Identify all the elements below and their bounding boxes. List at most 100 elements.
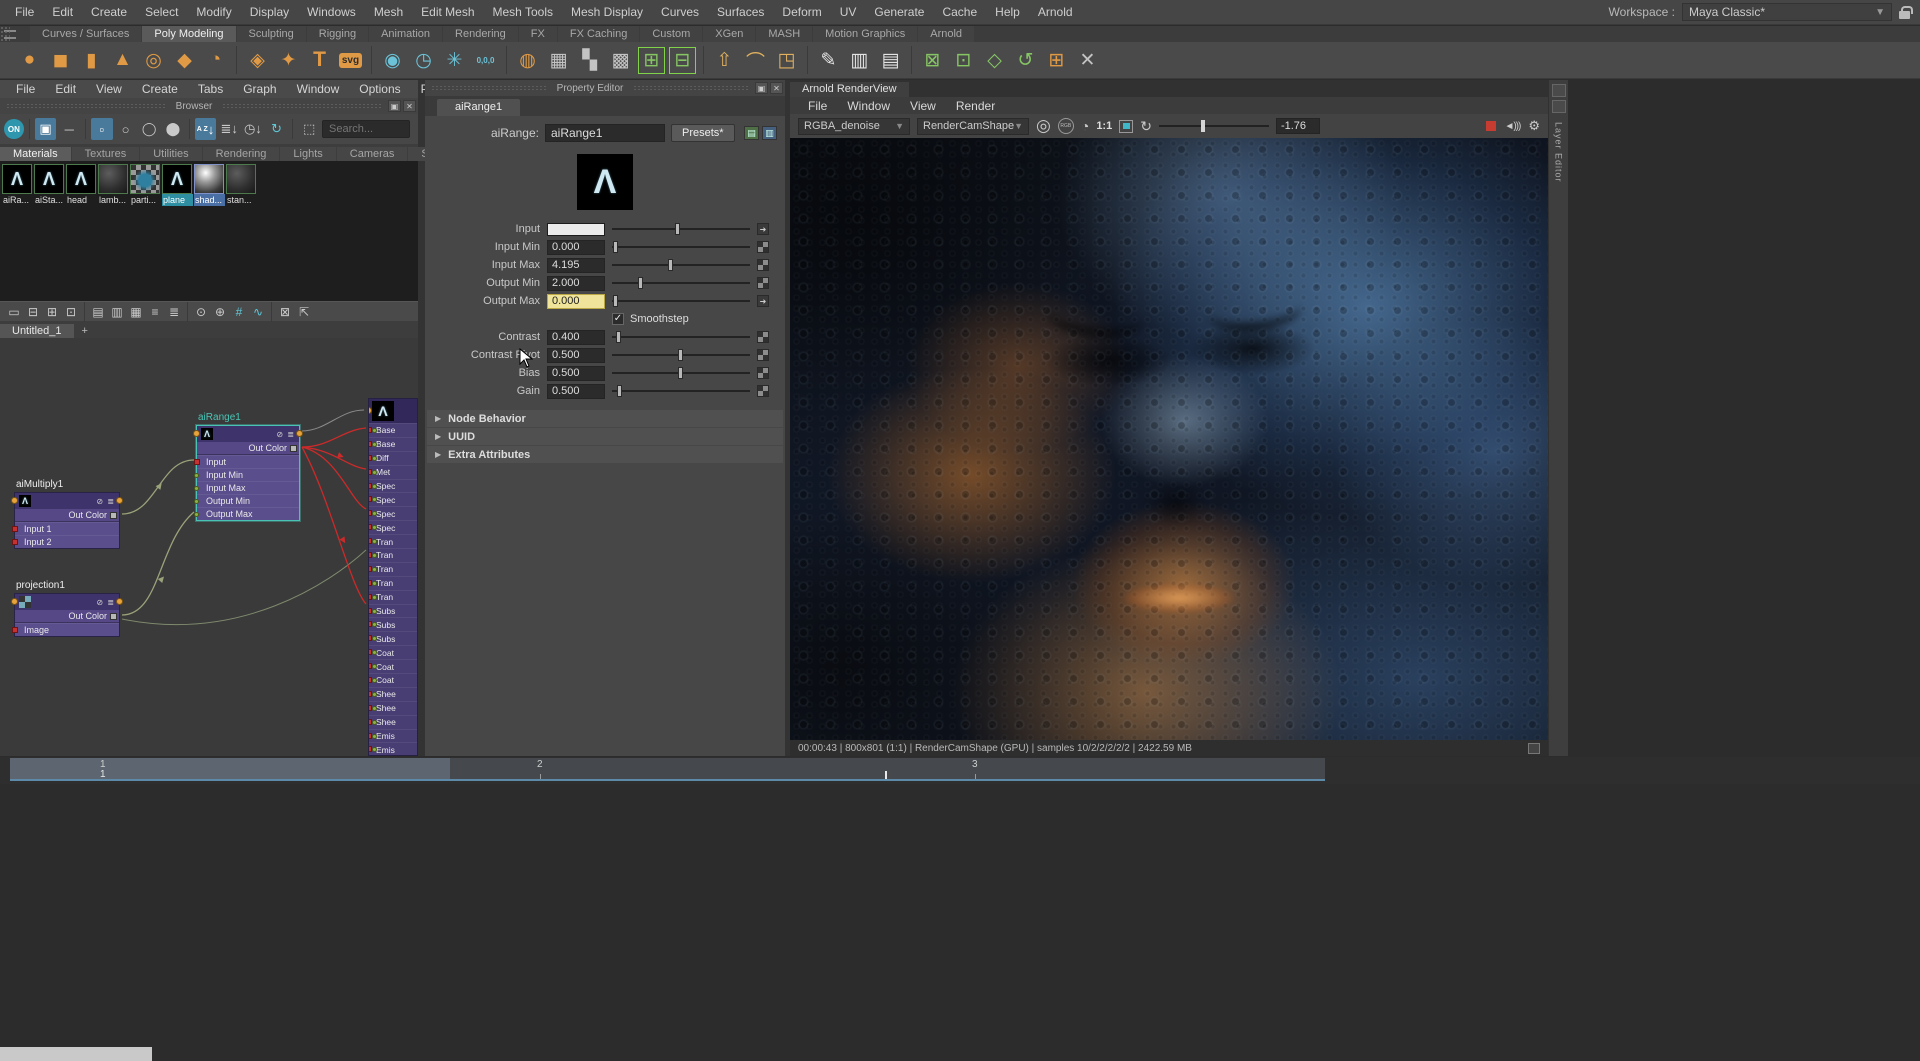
snapshot-icon[interactable]: ◎ (1036, 116, 1051, 136)
color-swatch-field[interactable] (547, 223, 605, 236)
extrude-icon[interactable]: ⇧ (710, 46, 739, 75)
menu-arnold[interactable]: Arnold (1029, 0, 1082, 25)
node-header[interactable]: Λ ⊘ ≣ (197, 426, 299, 442)
port-red-dot[interactable] (12, 627, 18, 633)
port-green-dot[interactable] (372, 595, 377, 600)
channel-box-icon[interactable] (1552, 84, 1566, 97)
node-editor-tab[interactable]: Untitled_1 (0, 324, 74, 338)
copy-tab-icon[interactable]: ▥ (762, 126, 777, 140)
node-port-tran-10[interactable]: Tran (369, 562, 417, 576)
renderview-menu-view[interactable]: View (900, 99, 946, 113)
port-green-dot[interactable] (372, 442, 377, 447)
slider-handle[interactable] (668, 259, 673, 271)
shelf-tab-rigging[interactable]: Rigging (307, 26, 368, 42)
search-nodes-icon[interactable]: ⊙ (192, 303, 210, 320)
browser-tab-materials[interactable]: Materials (0, 147, 71, 161)
menu-help[interactable]: Help (986, 0, 1029, 25)
shelf-tab-custom[interactable]: Custom (640, 26, 702, 42)
hypershade-menu-graph[interactable]: Graph (233, 82, 286, 96)
hypershade-menu-view[interactable]: View (86, 82, 132, 96)
slider-handle[interactable] (613, 241, 618, 253)
port-dot[interactable] (11, 598, 18, 605)
poly-sphere-icon[interactable]: ● (15, 46, 44, 75)
menu-file[interactable]: File (6, 0, 43, 25)
swatch-size-xlarge-icon[interactable]: ⬤ (162, 118, 184, 140)
svg-tool-icon[interactable]: svg (336, 46, 365, 75)
slider-gain[interactable] (612, 384, 750, 398)
port-green-dot[interactable] (372, 720, 377, 725)
shelf-tab-mash[interactable]: MASH (756, 26, 812, 42)
port-green-dot[interactable] (372, 567, 377, 572)
slider-handle[interactable] (678, 349, 683, 361)
gear-icon[interactable]: ⚙ (1528, 118, 1540, 134)
shelf-tab-poly-modeling[interactable]: Poly Modeling (142, 26, 235, 42)
value-field-input-min[interactable] (547, 240, 605, 255)
smoothstep-checkbox[interactable]: ✓ (612, 313, 624, 325)
add-tab-button[interactable]: + (74, 324, 96, 338)
material-swatch-plane[interactable]: Λplane (162, 164, 193, 206)
camera-selector[interactable]: RenderCamShape▼ (917, 118, 1029, 135)
remove-node-icon[interactable]: ⊟ (24, 303, 42, 320)
material-swatch-lamb[interactable]: lamb... (98, 164, 129, 206)
search-input[interactable] (322, 120, 410, 138)
node-port-coat-18[interactable]: Coat (369, 673, 417, 687)
port-green-dot[interactable] (372, 692, 377, 697)
show-hide-icon[interactable]: ▤ (744, 126, 759, 140)
grid-snap-icon[interactable]: # (230, 303, 248, 320)
speaker-icon[interactable]: ◄))) (1504, 121, 1520, 132)
toggle-on-icon[interactable]: ON (4, 119, 24, 139)
menu-curves[interactable]: Curves (652, 0, 708, 25)
frame-all-icon[interactable]: ⊠ (276, 303, 294, 320)
browser-tab-lights[interactable]: Lights (280, 147, 335, 161)
node-aimultiply1[interactable]: aiMultiply1 Λ ⊘ ≣ Out Color Input 1Input… (14, 492, 120, 549)
curve-connections-icon[interactable]: ∿ (249, 303, 267, 320)
port-green-dot[interactable] (372, 609, 377, 614)
texture-map-icon[interactable] (757, 385, 769, 397)
aov-selector[interactable]: RGBA_denoise▼ (798, 118, 910, 135)
node-port-subs-13[interactable]: Subs (369, 604, 417, 618)
browser-tab-rendering[interactable]: Rendering (203, 147, 280, 161)
node-port-input[interactable]: Input (197, 455, 299, 468)
shelf-tab-curves-surfaces[interactable]: Curves / Surfaces (30, 26, 141, 42)
port-green-dot[interactable] (372, 456, 377, 461)
port-green-dot[interactable] (372, 470, 377, 475)
platonic-solid-icon[interactable]: ◈ (243, 46, 272, 75)
insert-edge-loop-icon[interactable]: ▥ (845, 46, 874, 75)
port-green-dot[interactable] (372, 650, 377, 655)
snap-time-tool-icon[interactable]: ◷ (409, 46, 438, 75)
value-field-input-max[interactable] (547, 258, 605, 273)
create-node-icon[interactable]: ▭ (5, 303, 23, 320)
node-port-shee-19[interactable]: Shee (369, 687, 417, 701)
node-header[interactable]: Λ ⊘ ≣ (15, 493, 119, 509)
texture-map-icon[interactable] (757, 241, 769, 253)
port-red-dot[interactable] (194, 459, 200, 465)
freeze-transform-icon[interactable]: ✳ (440, 46, 469, 75)
slider-handle[interactable] (613, 295, 618, 307)
align-right-icon[interactable]: ▦ (127, 303, 145, 320)
node-port-diff-2[interactable]: Diff (369, 451, 417, 465)
port-dot[interactable] (296, 430, 303, 437)
value-field-bias[interactable] (547, 366, 605, 381)
node-port-coat-17[interactable]: Coat (369, 659, 417, 673)
symmetry-off-icon[interactable]: ✕ (1073, 46, 1102, 75)
value-field-contrast[interactable] (547, 330, 605, 345)
input-connections-icon[interactable]: ⊡ (62, 303, 80, 320)
type-tool-icon[interactable]: T (305, 46, 334, 75)
node-port-spec-5[interactable]: Spec (369, 492, 417, 506)
slider-contrast[interactable] (612, 330, 750, 344)
poly-cube-icon[interactable]: ◼ (46, 46, 75, 75)
port-green-dot[interactable] (372, 525, 377, 530)
shelf-tab-fx-caching[interactable]: FX Caching (558, 26, 639, 42)
separate-icon[interactable]: ▚ (575, 46, 604, 75)
node-port-coat-16[interactable]: Coat (369, 645, 417, 659)
node-port-spec-7[interactable]: Spec (369, 520, 417, 534)
port-red-dot[interactable] (12, 539, 18, 545)
texture-map-icon[interactable] (757, 367, 769, 379)
node-projection1[interactable]: projection1 ⊘ ≣ Out Color Image (14, 593, 120, 637)
node-port-emis-22[interactable]: Emis (369, 729, 417, 743)
hypershade-menu-tabs[interactable]: Tabs (188, 82, 233, 96)
drag-dots[interactable] (222, 103, 382, 110)
node-port-shee-21[interactable]: Shee (369, 715, 417, 729)
shelf-tab-rendering[interactable]: Rendering (443, 26, 518, 42)
add-node-icon[interactable]: ⊞ (43, 303, 61, 320)
